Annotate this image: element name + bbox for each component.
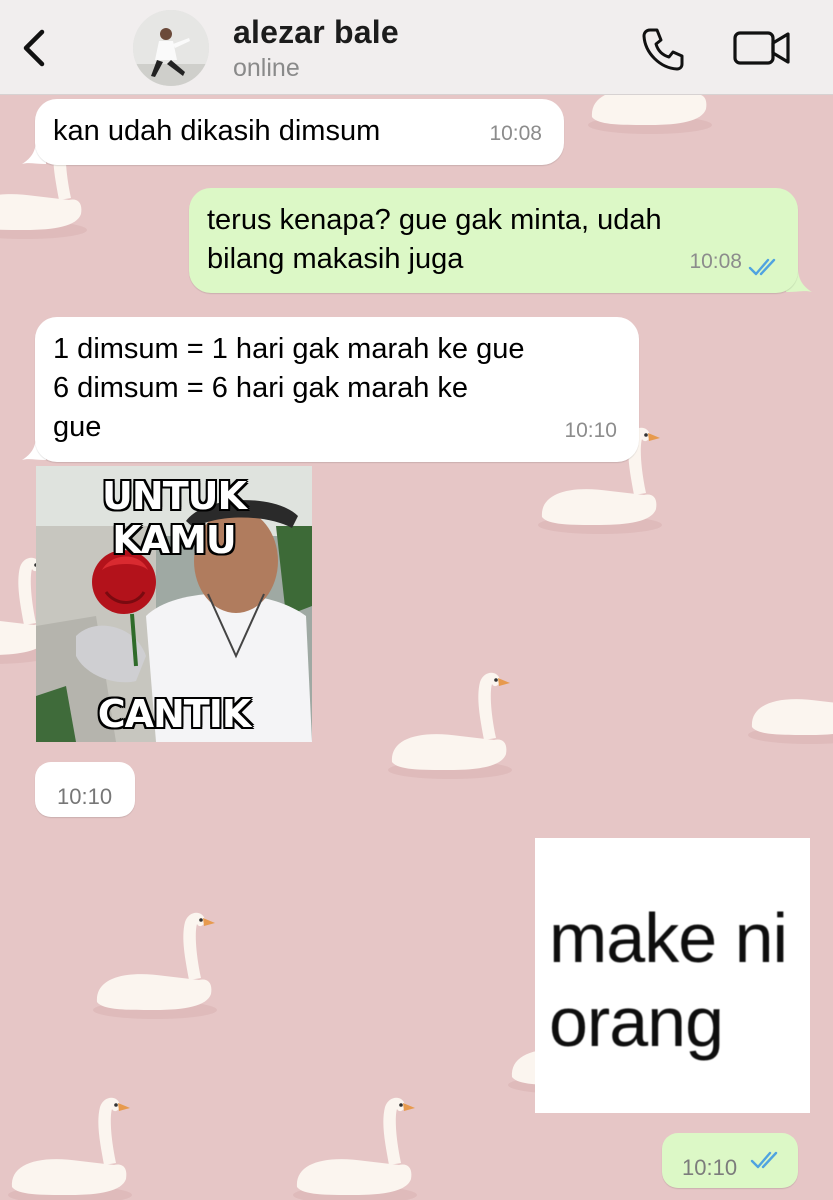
message-time: 10:10 <box>682 1155 738 1180</box>
message-text-line: 1 dimsum = 1 hari gak marah ke gue <box>53 333 525 365</box>
avatar[interactable] <box>133 10 209 86</box>
meme-caption-bottom: CANTIK <box>97 692 252 736</box>
sticker-image[interactable]: make ni orang <box>535 838 810 1113</box>
chat-header: alezar bale online <box>0 0 833 95</box>
avatar-photo <box>133 10 209 86</box>
phone-icon <box>642 28 684 71</box>
message-time: 10:10 <box>564 419 617 442</box>
image-time-bubble: 10:10 <box>662 1133 798 1188</box>
double-check-icon <box>750 1151 778 1169</box>
back-button[interactable] <box>18 26 52 70</box>
chevron-left-icon <box>23 29 45 67</box>
video-camera-icon <box>733 31 790 65</box>
double-check-icon <box>748 258 776 276</box>
sticker-text-line: make ni <box>549 899 788 977</box>
meme-image[interactable]: UNTUK KAMU CANTIK <box>36 466 312 742</box>
sticker-text-line: orang <box>549 983 724 1061</box>
message-bubble-incoming[interactable]: 1 dimsum = 1 hari gak marah ke gue 6 dim… <box>35 317 639 462</box>
voice-call-button[interactable] <box>640 26 686 72</box>
message-text-line: 6 dimsum = 6 hari gak marah ke <box>53 372 469 404</box>
message-text: kan udah dikasih dimsum <box>53 115 381 147</box>
message-bubble-incoming[interactable]: kan udah dikasih dimsum 10:08 <box>35 99 564 165</box>
contact-status: online <box>233 54 300 82</box>
message-time: 10:08 <box>489 122 542 145</box>
sticker-text: make ni orang <box>549 896 788 1064</box>
message-time: 10:10 <box>57 784 113 809</box>
contact-name[interactable]: alezar bale <box>233 14 399 51</box>
image-time-bubble: 10:10 <box>35 762 135 817</box>
message-text-line: terus kenapa? gue gak minta, udah <box>207 204 662 236</box>
message-time: 10:08 <box>689 250 742 273</box>
video-call-button[interactable] <box>732 28 792 68</box>
meme-caption-top: UNTUK KAMU <box>102 474 247 562</box>
message-bubble-outgoing[interactable]: terus kenapa? gue gak minta, udah bilang… <box>189 188 798 293</box>
message-text-line: gue <box>53 411 102 443</box>
